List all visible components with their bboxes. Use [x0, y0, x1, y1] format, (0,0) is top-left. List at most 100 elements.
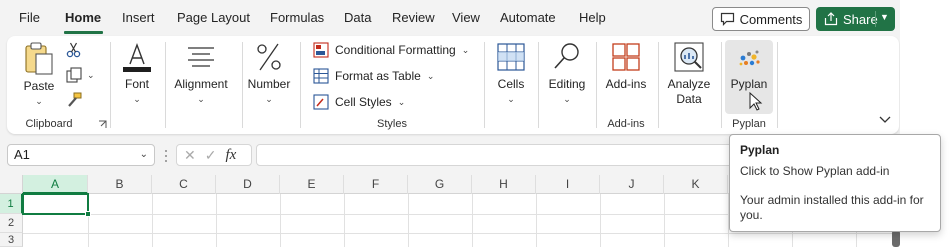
chevron-down-icon: ⌄: [507, 94, 515, 104]
column-header[interactable]: C: [152, 175, 216, 194]
chevron-down-icon: ⌄: [197, 94, 205, 104]
insert-function-button[interactable]: fx: [225, 147, 236, 164]
tooltip-line1: Click to Show Pyplan add-in: [740, 164, 890, 178]
add-ins-label: Add-ins: [605, 77, 647, 91]
grid-line: [23, 233, 950, 234]
chevron-down-icon[interactable]: ⌄: [140, 145, 148, 165]
dialog-launcher-icon[interactable]: [98, 120, 107, 129]
comments-button[interactable]: Comments: [712, 7, 810, 31]
chevron-down-icon: ⌄: [397, 97, 406, 107]
data-label: Data: [676, 92, 702, 106]
font-button[interactable]: Font ⌄: [117, 40, 157, 104]
chevron-down-icon[interactable]: ▼: [880, 12, 889, 22]
editing-button[interactable]: Editing ⌄: [542, 40, 592, 104]
cell-styles-icon: [313, 94, 329, 110]
column-header[interactable]: D: [216, 175, 280, 194]
grid-line: [408, 194, 409, 247]
paste-icon: [25, 42, 53, 75]
align-icon: [188, 47, 214, 67]
paste-button[interactable]: Paste ⌄: [19, 40, 59, 106]
tab-formulas[interactable]: Formulas: [270, 10, 324, 25]
font-color-icon: [123, 42, 151, 72]
cells-button[interactable]: Cells ⌄: [491, 40, 531, 104]
tab-home[interactable]: Home: [65, 10, 101, 25]
copy-button[interactable]: ⌄: [65, 66, 95, 84]
share-button[interactable]: Share ▼: [816, 7, 895, 31]
column-header[interactable]: K: [664, 175, 728, 194]
add-ins-group-label: Add-ins: [607, 118, 645, 130]
column-header[interactable]: B: [88, 175, 152, 194]
select-all-corner[interactable]: [0, 175, 23, 194]
grid-line: [536, 194, 537, 247]
share-icon: [824, 12, 838, 26]
column-header[interactable]: F: [344, 175, 408, 194]
chevron-down-icon: ⌄: [426, 71, 435, 81]
chevron-down-icon: ⌄: [35, 96, 43, 106]
share-divider: [875, 11, 876, 27]
row-header[interactable]: 1: [0, 194, 23, 214]
conditional-formatting-icon: [313, 42, 329, 58]
tab-page-layout[interactable]: Page Layout: [177, 10, 250, 25]
tab-automate[interactable]: Automate: [500, 10, 556, 25]
tab-view[interactable]: View: [452, 10, 480, 25]
row-header[interactable]: 3: [0, 233, 23, 247]
brush-icon: [68, 92, 82, 107]
column-header[interactable]: G: [408, 175, 472, 194]
column-header[interactable]: I: [536, 175, 600, 194]
active-cell[interactable]: [22, 193, 91, 217]
grid-line: [344, 194, 345, 247]
number-button[interactable]: Number ⌄: [246, 40, 292, 104]
comments-label: Comments: [739, 11, 803, 27]
tab-data[interactable]: Data: [344, 10, 371, 25]
tab-insert[interactable]: Insert: [122, 10, 155, 25]
home-ribbon: Paste ⌄ ⌄ Clipboard Font ⌄ Alignment ⌄ N…: [7, 36, 899, 134]
mouse-cursor-icon: [749, 92, 763, 111]
grid-line: [664, 194, 665, 247]
add-ins-button[interactable]: Add-ins: [600, 40, 652, 92]
conditional-formatting-button[interactable]: Conditional Formatting ⌄: [313, 40, 469, 60]
formula-input[interactable]: [256, 144, 736, 166]
scissors-icon: [66, 42, 81, 58]
alignment-label: Alignment: [174, 77, 228, 91]
group-divider: [538, 42, 539, 128]
group-divider: [110, 42, 111, 128]
column-header[interactable]: A: [23, 175, 88, 194]
tooltip-line2: Your admin installed this add-in for you…: [740, 193, 924, 222]
tab-file[interactable]: File: [19, 10, 40, 25]
table-icon: [313, 68, 329, 84]
tab-help[interactable]: Help: [579, 10, 606, 25]
grid-line: [600, 194, 601, 247]
font-label: Font: [124, 77, 149, 91]
pyplan-tooltip: Pyplan Click to Show Pyplan add-in Your …: [729, 134, 941, 232]
row-header[interactable]: 2: [0, 214, 23, 233]
alignment-button[interactable]: Alignment ⌄: [170, 40, 232, 104]
analyze-label: Analyze: [667, 77, 711, 91]
editing-label: Editing: [548, 77, 586, 91]
ribbon-expand-chevron-icon[interactable]: [879, 116, 891, 124]
column-header[interactable]: J: [600, 175, 664, 194]
active-tab-indicator: [64, 31, 103, 34]
enter-icon[interactable]: ✓: [205, 147, 217, 164]
add-ins-icon: [612, 43, 640, 71]
grid-line: [472, 194, 473, 247]
pyplan-label: Pyplan: [730, 77, 768, 91]
format-painter-button[interactable]: [65, 91, 83, 112]
vertical-scrollbar[interactable]: [892, 230, 900, 247]
pyplan-group-label: Pyplan: [732, 118, 766, 130]
tab-review[interactable]: Review: [392, 10, 435, 25]
group-divider: [165, 42, 166, 128]
analyze-data-button[interactable]: Analyze Data: [663, 40, 715, 107]
analyze-data-icon: [674, 42, 704, 72]
name-box[interactable]: A1 ⌄: [7, 144, 155, 166]
search-icon: [554, 43, 579, 69]
column-header[interactable]: H: [472, 175, 536, 194]
format-as-table-button[interactable]: Format as Table ⌄: [313, 66, 434, 86]
cancel-icon[interactable]: ✕: [184, 147, 196, 164]
grid-line: [216, 194, 217, 247]
more-options-icon[interactable]: [163, 149, 169, 163]
group-divider: [596, 42, 597, 128]
column-header[interactable]: E: [280, 175, 344, 194]
fill-handle[interactable]: [85, 211, 91, 217]
cell-styles-button[interactable]: Cell Styles ⌄: [313, 92, 405, 112]
cut-button[interactable]: [65, 41, 83, 62]
